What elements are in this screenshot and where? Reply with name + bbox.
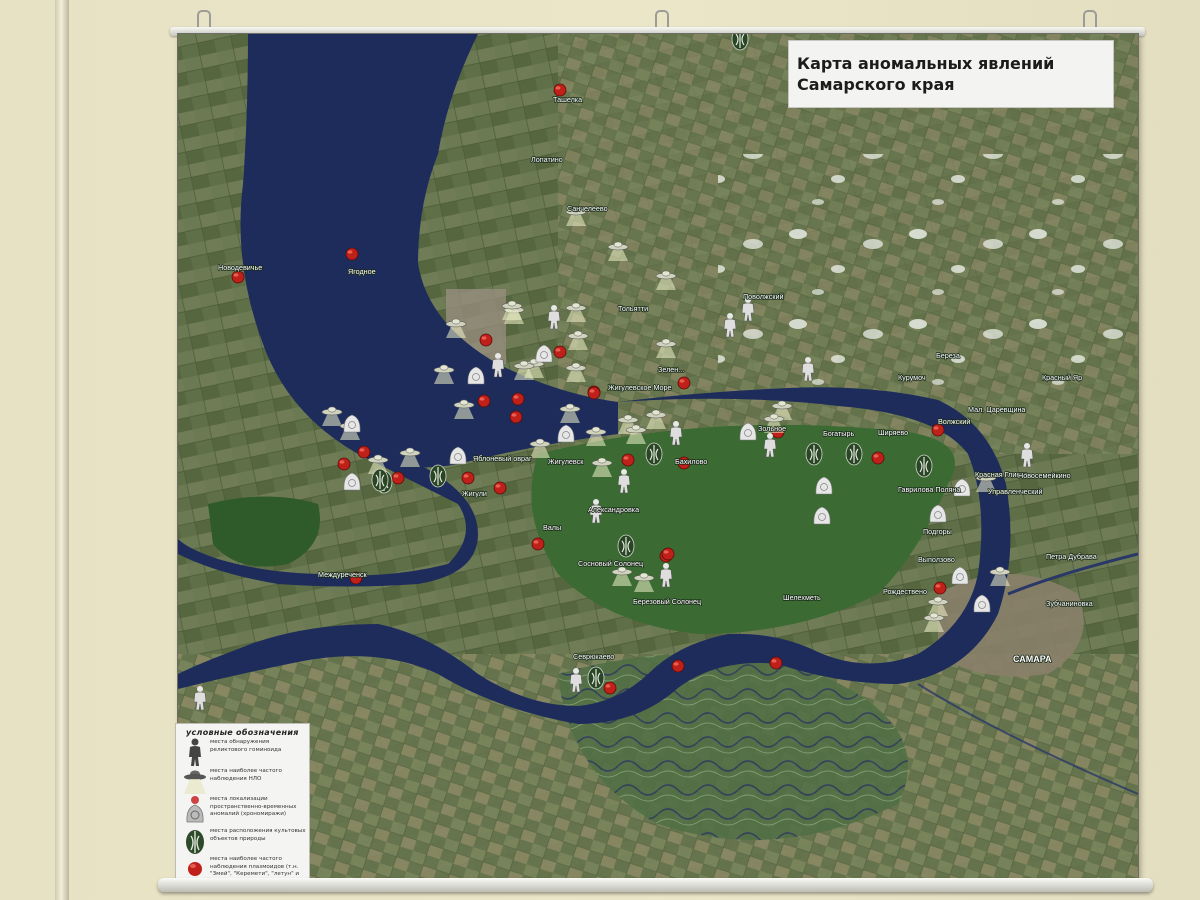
legend-text-ufo: места наиболее частого наблюдения НЛО — [210, 768, 282, 782]
place-label: Яблоневый овраг — [473, 454, 532, 463]
place-label: Ташелка — [553, 95, 582, 104]
ufo-icon — [184, 770, 206, 794]
map-title-line2: Самарского края — [797, 75, 955, 94]
map-title-box: Карта аномальных явлений Самарского края — [788, 40, 1114, 108]
chronomirage-icon — [186, 796, 204, 823]
plasmoid-icon — [621, 453, 635, 467]
plasmoid-icon — [671, 659, 685, 673]
place-label: Санчелеево — [567, 204, 608, 213]
map-sheet: Ташелка Лопатино Санчелеево Новодевичье Ягод… — [178, 34, 1138, 884]
cult-object-icon — [617, 534, 635, 558]
plasmoid-icon — [769, 656, 783, 670]
place-label: Валы — [543, 523, 561, 532]
plasmoid-icon — [345, 247, 359, 261]
legend-panel: условные обозначения места обнаружения р… — [175, 723, 310, 885]
plasmoid-icon — [933, 581, 947, 595]
legend-item-cult-object: места расположения культовых объектов пр… — [178, 826, 308, 856]
place-label: Подгоры — [923, 527, 952, 536]
place-label: Сосновый Солонец — [578, 559, 643, 568]
cult-object-icon — [805, 442, 823, 466]
place-label: Лопатино — [531, 155, 563, 164]
plasmoid-icon — [511, 392, 525, 406]
plasmoid-icon — [231, 270, 245, 284]
place-label: Зубчаниновка — [1046, 599, 1093, 608]
plasmoid-icon — [661, 547, 675, 561]
place-label: Богатырь — [823, 429, 854, 438]
place-label: Зольное — [758, 424, 786, 433]
plasmoid-icon — [479, 333, 493, 347]
place-label: Севрюкаево — [573, 652, 614, 661]
relic-hominid-icon — [189, 738, 201, 766]
place-label: Волжский — [938, 417, 970, 426]
bottom-rail — [158, 878, 1153, 892]
place-label: Зелен... — [658, 365, 684, 374]
place-label: Междуреченск — [318, 570, 368, 579]
place-label: Тольятти — [618, 304, 648, 313]
plasmoid-icon — [493, 481, 507, 495]
legend-item-hominid: места обнаружения реликтового гоминоида — [178, 737, 308, 767]
cult-object-icon — [371, 468, 389, 492]
cult-object-icon — [845, 442, 863, 466]
cult-object-icon — [915, 454, 933, 478]
satellite-map: Ташелка Лопатино Санчелеево Новодевичье Ягод… — [178, 34, 1138, 884]
place-label: Новодевичье — [218, 263, 262, 272]
place-label: Ширяево — [878, 428, 908, 437]
plasmoid-icon — [587, 386, 601, 400]
map-title-line1: Карта аномальных явлений — [797, 54, 1055, 73]
place-label: Береза — [936, 351, 960, 360]
place-label: Управленческий — [988, 487, 1042, 496]
wall-pipe — [55, 0, 69, 900]
plasmoid-icon — [461, 471, 475, 485]
plasmoid-icon — [477, 394, 491, 408]
plasmoid-icon — [531, 537, 545, 551]
place-label: Петра Дубрава — [1046, 552, 1097, 561]
place-label: Выползово — [918, 555, 955, 564]
legend-text-chronomirage: места локализации пространственно-времен… — [210, 796, 297, 817]
place-label: Рождествено — [883, 587, 927, 596]
plasmoid-icon — [337, 457, 351, 471]
plasmoid-icon — [357, 445, 371, 459]
plasmoid-icon — [391, 471, 405, 485]
legend-text-hominid: места обнаружения реликтового гоминоида — [210, 739, 282, 753]
place-label: Александровка — [588, 505, 639, 514]
cult-object-icon — [587, 666, 605, 690]
place-label: Бахилово — [675, 457, 707, 466]
place-label: Жигули — [462, 489, 487, 498]
place-label: Ягодное — [348, 267, 376, 276]
legend-item-ufo: места наиболее частого наблюдения НЛО — [178, 766, 308, 796]
place-label: Курумоч — [898, 373, 926, 382]
plasmoid-icon — [553, 345, 567, 359]
legend-title: условные обозначения — [186, 728, 299, 737]
legend-text-cult-object: места расположения культовых объектов пр… — [210, 828, 306, 842]
plasmoid-icon — [509, 410, 523, 424]
place-label: САМАРА — [1013, 654, 1052, 664]
plasmoid-icon — [677, 376, 691, 390]
place-label: Гаврилова Поляна — [898, 485, 960, 494]
place-label: Жигулевское Море — [608, 383, 672, 392]
legend-item-chronomirage: места локализации пространственно-времен… — [178, 794, 308, 824]
plasmoid-icon — [871, 451, 885, 465]
place-label: Красный Яр — [1042, 373, 1082, 382]
place-label: Новосемейкино — [1018, 471, 1071, 480]
place-label: Березовый Солонец — [633, 597, 701, 606]
cult-object-icon — [429, 464, 447, 488]
cult-object-icon — [186, 830, 204, 854]
place-label: Жигулевск — [548, 457, 584, 466]
place-label: Мал. Царевщина — [968, 405, 1025, 414]
cult-object-icon — [645, 442, 663, 466]
place-label: Поволжский — [743, 292, 784, 301]
plasmoid-icon — [603, 681, 617, 695]
place-label: Шелехметь — [783, 593, 821, 602]
